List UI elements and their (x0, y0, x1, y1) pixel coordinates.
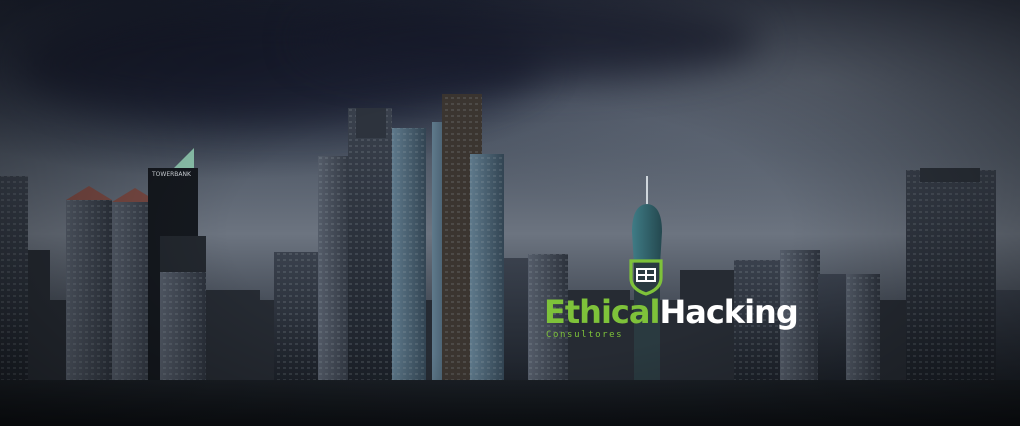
logo-subtitle: Consultores (546, 330, 624, 340)
shield-icon (629, 259, 663, 296)
waterfront (0, 380, 1020, 426)
city-skyline: TOWERBANK (0, 94, 1020, 390)
logo-word-hacking: Hacking (659, 293, 798, 331)
ethical-hacking-logo[interactable]: EthicalHacking Consultores (544, 258, 799, 348)
towerbank-sign: TOWERBANK (151, 171, 192, 178)
logo-wordmark: EthicalHacking (544, 293, 799, 331)
hero-banner: TOWERBANK EthicalHacking Consultores (0, 0, 1020, 426)
logo-word-ethical: Ethical (544, 293, 660, 331)
twin-towers (66, 186, 158, 390)
